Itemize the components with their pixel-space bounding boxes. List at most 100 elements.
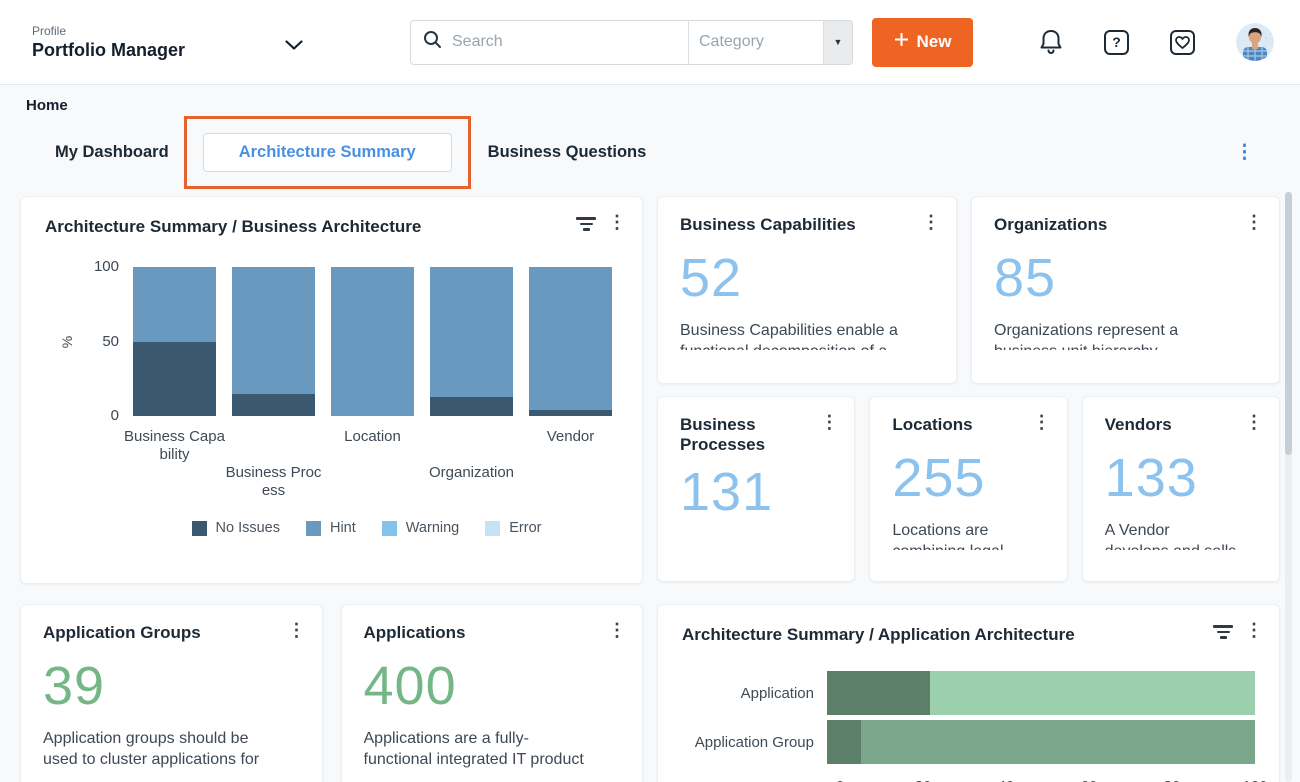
card-kebab-menu-icon[interactable]: ⋮ bbox=[922, 213, 940, 231]
filter-icon[interactable] bbox=[1213, 625, 1233, 639]
bar-segment-no-issues[interactable] bbox=[430, 397, 513, 416]
kpi-row-1: Business Capabilities ⋮ 52 Business Capa… bbox=[657, 196, 1280, 384]
category-label: Location bbox=[318, 428, 428, 446]
category-label: Organization bbox=[417, 464, 527, 482]
bar-business-capability[interactable] bbox=[133, 267, 216, 416]
legend-label: No Issues bbox=[216, 520, 280, 536]
kpi-row-2: Business Processes ⋮ 131 Locations ⋮ 255… bbox=[657, 396, 1280, 582]
breadcrumb-home[interactable]: Home bbox=[26, 97, 1300, 114]
bar-organization[interactable] bbox=[430, 267, 513, 416]
tab-my-dashboard[interactable]: My Dashboard bbox=[55, 143, 169, 162]
legend-swatch bbox=[382, 521, 397, 536]
bar-business-process[interactable] bbox=[232, 267, 315, 416]
bar-segment-no-issues[interactable] bbox=[133, 342, 216, 417]
card-kebab-menu-icon[interactable]: ⋮ bbox=[1245, 621, 1263, 639]
x-axis: 020406080100 bbox=[840, 778, 1255, 782]
organizations-card: Organizations ⋮ 85 Organizations represe… bbox=[971, 196, 1280, 384]
card-kebab-menu-icon[interactable]: ⋮ bbox=[1245, 413, 1263, 431]
kpi-title: Applications bbox=[364, 623, 621, 643]
chart-title: Architecture Summary / Business Architec… bbox=[45, 217, 618, 237]
category-label: Business Process bbox=[219, 464, 329, 500]
tabs-kebab-menu-icon[interactable]: ⋮ bbox=[1235, 143, 1254, 162]
legend-item-warning[interactable]: Warning bbox=[382, 520, 459, 536]
y-axis-tick: 0 bbox=[111, 407, 119, 424]
user-avatar[interactable] bbox=[1236, 23, 1274, 61]
search-icon bbox=[423, 30, 442, 54]
bar-location[interactable] bbox=[331, 267, 414, 416]
legend-label: Warning bbox=[406, 520, 459, 536]
bar-segment[interactable] bbox=[827, 720, 861, 764]
kpi-value: 255 bbox=[892, 447, 1044, 509]
chart-title: Architecture Summary / Application Archi… bbox=[682, 625, 1255, 645]
legend-item-no-issues[interactable]: No Issues bbox=[192, 520, 280, 536]
legend-swatch bbox=[485, 521, 500, 536]
chevron-down-icon[interactable] bbox=[285, 38, 303, 56]
bar-segment-hint[interactable] bbox=[430, 267, 513, 397]
bar-segment-hint[interactable] bbox=[133, 267, 216, 342]
kpi-value: 52 bbox=[680, 247, 934, 309]
bar-segment-hint[interactable] bbox=[529, 267, 612, 410]
help-icon[interactable]: ? bbox=[1104, 30, 1129, 55]
bar-segment[interactable] bbox=[827, 671, 930, 715]
right-column: Business Capabilities ⋮ 52 Business Capa… bbox=[657, 196, 1280, 782]
kpi-description: A Vendor develops and sells the bbox=[1105, 520, 1257, 550]
dashboard-grid: Architecture Summary / Business Architec… bbox=[0, 190, 1300, 782]
x-axis-tick: 40 bbox=[998, 778, 1015, 782]
card-kebab-menu-icon[interactable]: ⋮ bbox=[1033, 413, 1051, 431]
dashboard-tabs: My Dashboard Architecture Summary Busine… bbox=[55, 114, 1274, 190]
kpi-description: Application groups should be used to clu… bbox=[43, 728, 300, 770]
application-architecture-chart-card: Architecture Summary / Application Archi… bbox=[657, 604, 1280, 782]
y-axis-tick: 100 bbox=[94, 258, 119, 275]
vendors-card: Vendors ⋮ 133 A Vendor develops and sell… bbox=[1082, 396, 1280, 582]
app-header: Profile Portfolio Manager ▼ New ? bbox=[0, 0, 1300, 85]
profile-name: Portfolio Manager bbox=[32, 40, 185, 61]
page-scrollbar-thumb[interactable] bbox=[1285, 192, 1292, 455]
tab-business-questions[interactable]: Business Questions bbox=[488, 143, 647, 162]
applications-card: Applications ⋮ 400 Applications are a fu… bbox=[341, 604, 644, 782]
legend-item-error[interactable]: Error bbox=[485, 520, 541, 536]
tab-architecture-summary[interactable]: Architecture Summary bbox=[203, 133, 452, 172]
kpi-title: Application Groups bbox=[43, 623, 300, 643]
bar[interactable] bbox=[827, 720, 1255, 764]
bar-segment-no-issues[interactable] bbox=[232, 394, 315, 416]
bar-row-application: Application bbox=[682, 671, 1255, 715]
notifications-bell-icon[interactable] bbox=[1039, 29, 1063, 55]
global-search: ▼ bbox=[410, 20, 853, 65]
bar-label: Application Group bbox=[682, 734, 827, 751]
new-button-label: New bbox=[917, 32, 952, 52]
kpi-value: 39 bbox=[43, 655, 300, 717]
profile-selector[interactable]: Profile Portfolio Manager bbox=[32, 24, 410, 61]
category-input[interactable] bbox=[699, 33, 813, 51]
bar-segment-hint[interactable] bbox=[331, 267, 414, 416]
bar-segment[interactable] bbox=[861, 720, 1255, 764]
x-axis-tick: 80 bbox=[1164, 778, 1181, 782]
annotation-highlight-box: Architecture Summary bbox=[184, 116, 471, 189]
card-kebab-menu-icon[interactable]: ⋮ bbox=[608, 213, 626, 231]
card-kebab-menu-icon[interactable]: ⋮ bbox=[820, 413, 838, 431]
kpi-description: Business Capabilities enable a functiona… bbox=[680, 320, 934, 350]
business-architecture-chart-card: Architecture Summary / Business Architec… bbox=[20, 196, 643, 584]
kpi-description: Organizations represent a business unit … bbox=[994, 320, 1257, 350]
category-dropdown-button[interactable]: ▼ bbox=[823, 21, 852, 64]
bar-vendor[interactable] bbox=[529, 267, 612, 416]
left-column: Architecture Summary / Business Architec… bbox=[20, 196, 643, 782]
card-kebab-menu-icon[interactable]: ⋮ bbox=[608, 621, 626, 639]
new-button[interactable]: New bbox=[872, 18, 973, 67]
heart-box-icon[interactable] bbox=[1170, 30, 1195, 55]
filter-icon[interactable] bbox=[576, 217, 596, 231]
card-kebab-menu-icon[interactable]: ⋮ bbox=[288, 621, 306, 639]
business-architecture-chart: 100500%Business CapabilityBusiness Proce… bbox=[45, 267, 618, 536]
legend-item-hint[interactable]: Hint bbox=[306, 520, 356, 536]
legend-swatch bbox=[306, 521, 321, 536]
bar-segment-hint[interactable] bbox=[232, 267, 315, 394]
page-scrollbar-track[interactable] bbox=[1285, 192, 1292, 782]
search-input[interactable] bbox=[452, 33, 676, 51]
bar-segment[interactable] bbox=[930, 671, 1255, 715]
kpi-title: Business Processes bbox=[680, 415, 800, 455]
category-label: Business Capability bbox=[120, 428, 230, 464]
card-kebab-menu-icon[interactable]: ⋮ bbox=[1245, 213, 1263, 231]
bottom-kpi-row: Application Groups ⋮ 39 Application grou… bbox=[20, 604, 643, 782]
chart-legend: No Issues Hint Warning Error bbox=[115, 520, 618, 536]
bar[interactable] bbox=[827, 671, 1255, 715]
kpi-description: Applications are a fully- functional int… bbox=[364, 728, 621, 770]
